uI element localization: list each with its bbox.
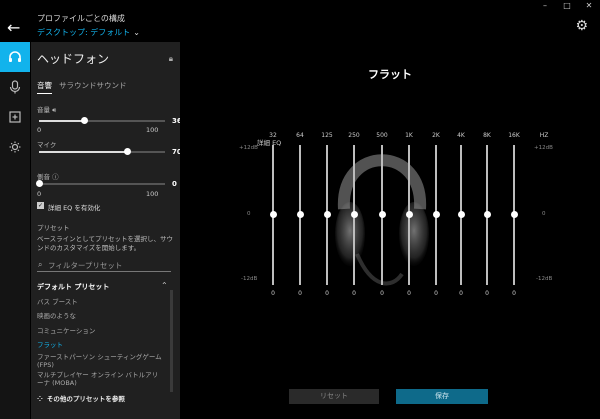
- microphone-icon[interactable]: [0, 72, 30, 102]
- db-top-right: +12dB: [534, 145, 553, 151]
- sidetone-slider[interactable]: [36, 180, 165, 187]
- mic-slider-thumb[interactable]: [124, 148, 132, 155]
- mic-slider-fill: [39, 151, 128, 153]
- device-rail: [0, 42, 30, 419]
- more-presets-link[interactable]: ⁘ その他のプリセットを参照: [37, 393, 125, 403]
- volume-slider-thumb[interactable]: [81, 117, 89, 124]
- default-presets-heading[interactable]: デフォルト プリセット: [37, 282, 109, 292]
- eq-band-value: 0: [352, 290, 356, 297]
- eq-band-value: 0: [325, 290, 329, 297]
- eq-band-value: 0: [298, 290, 302, 297]
- preset-item-fps[interactable]: ファーストパーソン シューティングゲーム (FPS): [37, 353, 162, 369]
- volume-label: 音量 🔊︎: [37, 104, 56, 115]
- eq-band-value: 0: [512, 290, 516, 297]
- minimize-button[interactable]: –: [534, 0, 556, 12]
- eq-band-thumb[interactable]: [378, 211, 386, 218]
- db-top-left: +12dB: [239, 145, 258, 151]
- eq-band-thumb[interactable]: [405, 211, 413, 218]
- grid-icon: ⁘: [37, 395, 43, 403]
- window-controls: – □ ✕: [534, 0, 600, 12]
- preset-heading: プリセット: [37, 224, 70, 232]
- eq-band-frequency: 250: [348, 132, 360, 139]
- eq-band-frequency: 32: [269, 132, 277, 139]
- sidetone-min: 0: [37, 190, 42, 198]
- title-bar: ← プロファイルごとの構成 デスクトップ: デフォルト ⌄ – □ ✕ ⚙: [0, 0, 600, 40]
- eq-band-thumb[interactable]: [483, 211, 491, 218]
- volume-max: 100: [146, 126, 159, 134]
- eq-band-value: 0: [380, 290, 384, 297]
- panel-title: ヘッドフォン: [37, 52, 110, 66]
- eq-band-value: 0: [271, 290, 275, 297]
- speaker-icon: 🔊︎: [52, 106, 57, 114]
- volume-label-text: 音量: [37, 106, 50, 114]
- add-icon[interactable]: [0, 102, 30, 132]
- close-button[interactable]: ✕: [578, 0, 600, 12]
- eq-band-thumb[interactable]: [510, 211, 518, 218]
- lighting-icon[interactable]: [0, 132, 30, 162]
- back-arrow-icon[interactable]: ←: [7, 19, 25, 37]
- sidetone-value: 0: [172, 180, 177, 188]
- eq-band-thumb[interactable]: [269, 211, 277, 218]
- db-bottom-left: -12dB: [241, 276, 258, 282]
- preset-item-moba[interactable]: マルチプレイヤー オンライン バトルアリーナ (MOBA): [37, 371, 162, 387]
- mic-label: マイク: [37, 141, 57, 149]
- profile-heading: プロファイルごとの構成: [37, 14, 125, 23]
- search-icon: ⌕: [38, 260, 43, 269]
- headphones-icon[interactable]: [0, 42, 30, 72]
- profile-dropdown[interactable]: デスクトップ: デフォルト ⌄: [37, 27, 140, 38]
- eq-band-value: 0: [407, 290, 411, 297]
- save-button[interactable]: 保存: [396, 389, 488, 404]
- chevron-down-icon: ⌄: [133, 28, 140, 37]
- gear-icon[interactable]: ⚙: [575, 18, 588, 34]
- eq-band-frequency: 64: [296, 132, 304, 139]
- eq-band-thumb[interactable]: [350, 211, 358, 218]
- sidetone-slider-thumb[interactable]: [36, 180, 43, 187]
- tab-sound[interactable]: 音響: [37, 80, 52, 94]
- preset-item-flat[interactable]: フラット: [37, 341, 162, 349]
- eq-band-value: 0: [485, 290, 489, 297]
- preset-filter: ⌕: [37, 259, 171, 272]
- eq-band-frequency: 1K: [405, 132, 413, 139]
- preset-item-bass-boost[interactable]: バス ブースト: [37, 298, 162, 306]
- preset-description: ベースラインとしてプリセットを選択し、サウンドのカスタマイズを開始します。: [37, 235, 173, 252]
- volume-slider[interactable]: [39, 117, 165, 124]
- more-presets-label: その他のプリセットを参照: [46, 395, 125, 403]
- mic-slider[interactable]: [39, 148, 165, 155]
- preset-item-communication[interactable]: コミュニケーション: [37, 327, 162, 335]
- volume-min: 0: [37, 126, 42, 134]
- eq-band-thumb[interactable]: [457, 211, 465, 218]
- eq-band-thumb[interactable]: [323, 211, 331, 218]
- profile-value: デスクトップ: デフォルト: [37, 28, 131, 37]
- preset-title: フラット: [368, 68, 412, 81]
- db-mid-right: 0: [542, 211, 546, 217]
- db-mid-left: 0: [247, 211, 251, 217]
- eq-band-value: 0: [434, 290, 438, 297]
- reset-button[interactable]: リセット: [289, 389, 379, 404]
- eq-band-value: 0: [459, 290, 463, 297]
- maximize-button[interactable]: □: [556, 0, 578, 12]
- tab-surround-sound[interactable]: サラウンドサウンド: [59, 80, 127, 91]
- headphone-settings-panel: ヘッドフォン 🔒︎ 音響 サラウンドサウンド 音量 🔊︎ 36 0 100 マイ…: [31, 42, 182, 419]
- advanced-eq-label: 詳細 EQ を有効化: [48, 204, 101, 212]
- volume-slider-fill: [39, 120, 85, 122]
- lock-icon: 🔒︎: [168, 54, 173, 63]
- eq-band-frequency: 125: [321, 132, 333, 139]
- eq-band-frequency: 4K: [457, 132, 465, 139]
- eq-band-frequency: 8K: [483, 132, 491, 139]
- chevron-up-icon[interactable]: ⌃: [161, 281, 168, 290]
- advanced-eq-checkbox[interactable]: ✓: [37, 202, 44, 209]
- equalizer-area: フラット 詳細 EQ +12dB +12dB 0 0 -12dB -12dB H…: [180, 42, 600, 419]
- eq-band-thumb[interactable]: [296, 211, 304, 218]
- help-icon[interactable]: ⓘ: [52, 173, 59, 181]
- hz-label: HZ: [539, 132, 549, 139]
- eq-band-frequency: 16K: [508, 132, 520, 139]
- preset-filter-input[interactable]: [48, 259, 168, 271]
- preset-item-cinematic[interactable]: 映画のような: [37, 312, 162, 320]
- eq-band-frequency: 2K: [432, 132, 440, 139]
- preset-scrollbar[interactable]: [170, 290, 173, 392]
- eq-band-thumb[interactable]: [432, 211, 440, 218]
- db-bottom-right: -12dB: [536, 276, 553, 282]
- sidetone-max: 100: [146, 190, 159, 198]
- eq-band-frequency: 500: [376, 132, 388, 139]
